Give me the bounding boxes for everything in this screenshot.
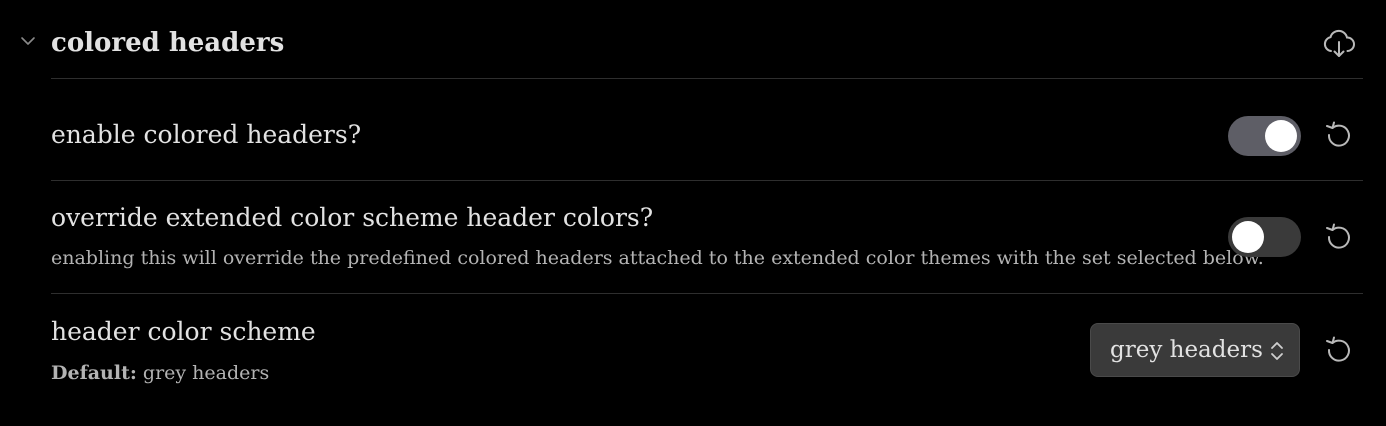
setting-name: override extended color scheme header co… bbox=[51, 203, 654, 232]
cloud-download-icon[interactable] bbox=[1322, 27, 1356, 61]
divider bbox=[51, 180, 1363, 181]
default-value: grey headers bbox=[142, 362, 270, 384]
setting-description: enabling this will override the predefin… bbox=[51, 247, 1264, 269]
enable-colored-headers-toggle[interactable] bbox=[1228, 116, 1301, 156]
toggle-knob bbox=[1265, 120, 1297, 152]
reset-icon[interactable] bbox=[1322, 220, 1356, 254]
reset-icon[interactable] bbox=[1322, 333, 1356, 367]
reset-icon[interactable] bbox=[1322, 118, 1356, 152]
chevron-down-icon[interactable] bbox=[18, 31, 38, 51]
header-color-scheme-dropdown[interactable]: grey headers bbox=[1090, 323, 1300, 377]
override-header-colors-toggle[interactable] bbox=[1228, 217, 1301, 257]
default-label: Default: bbox=[51, 362, 137, 384]
setting-name: header color scheme bbox=[51, 317, 316, 346]
dropdown-selected-value: grey headers bbox=[1110, 337, 1263, 363]
toggle-knob bbox=[1232, 221, 1264, 253]
section-title: colored headers bbox=[51, 28, 285, 58]
chevrons-up-down-icon bbox=[1271, 342, 1283, 360]
setting-name: enable colored headers? bbox=[51, 120, 362, 149]
setting-default: Default: grey headers bbox=[51, 360, 269, 386]
section-header[interactable]: colored headers bbox=[0, 0, 1386, 78]
divider bbox=[51, 293, 1363, 294]
divider bbox=[51, 78, 1363, 79]
